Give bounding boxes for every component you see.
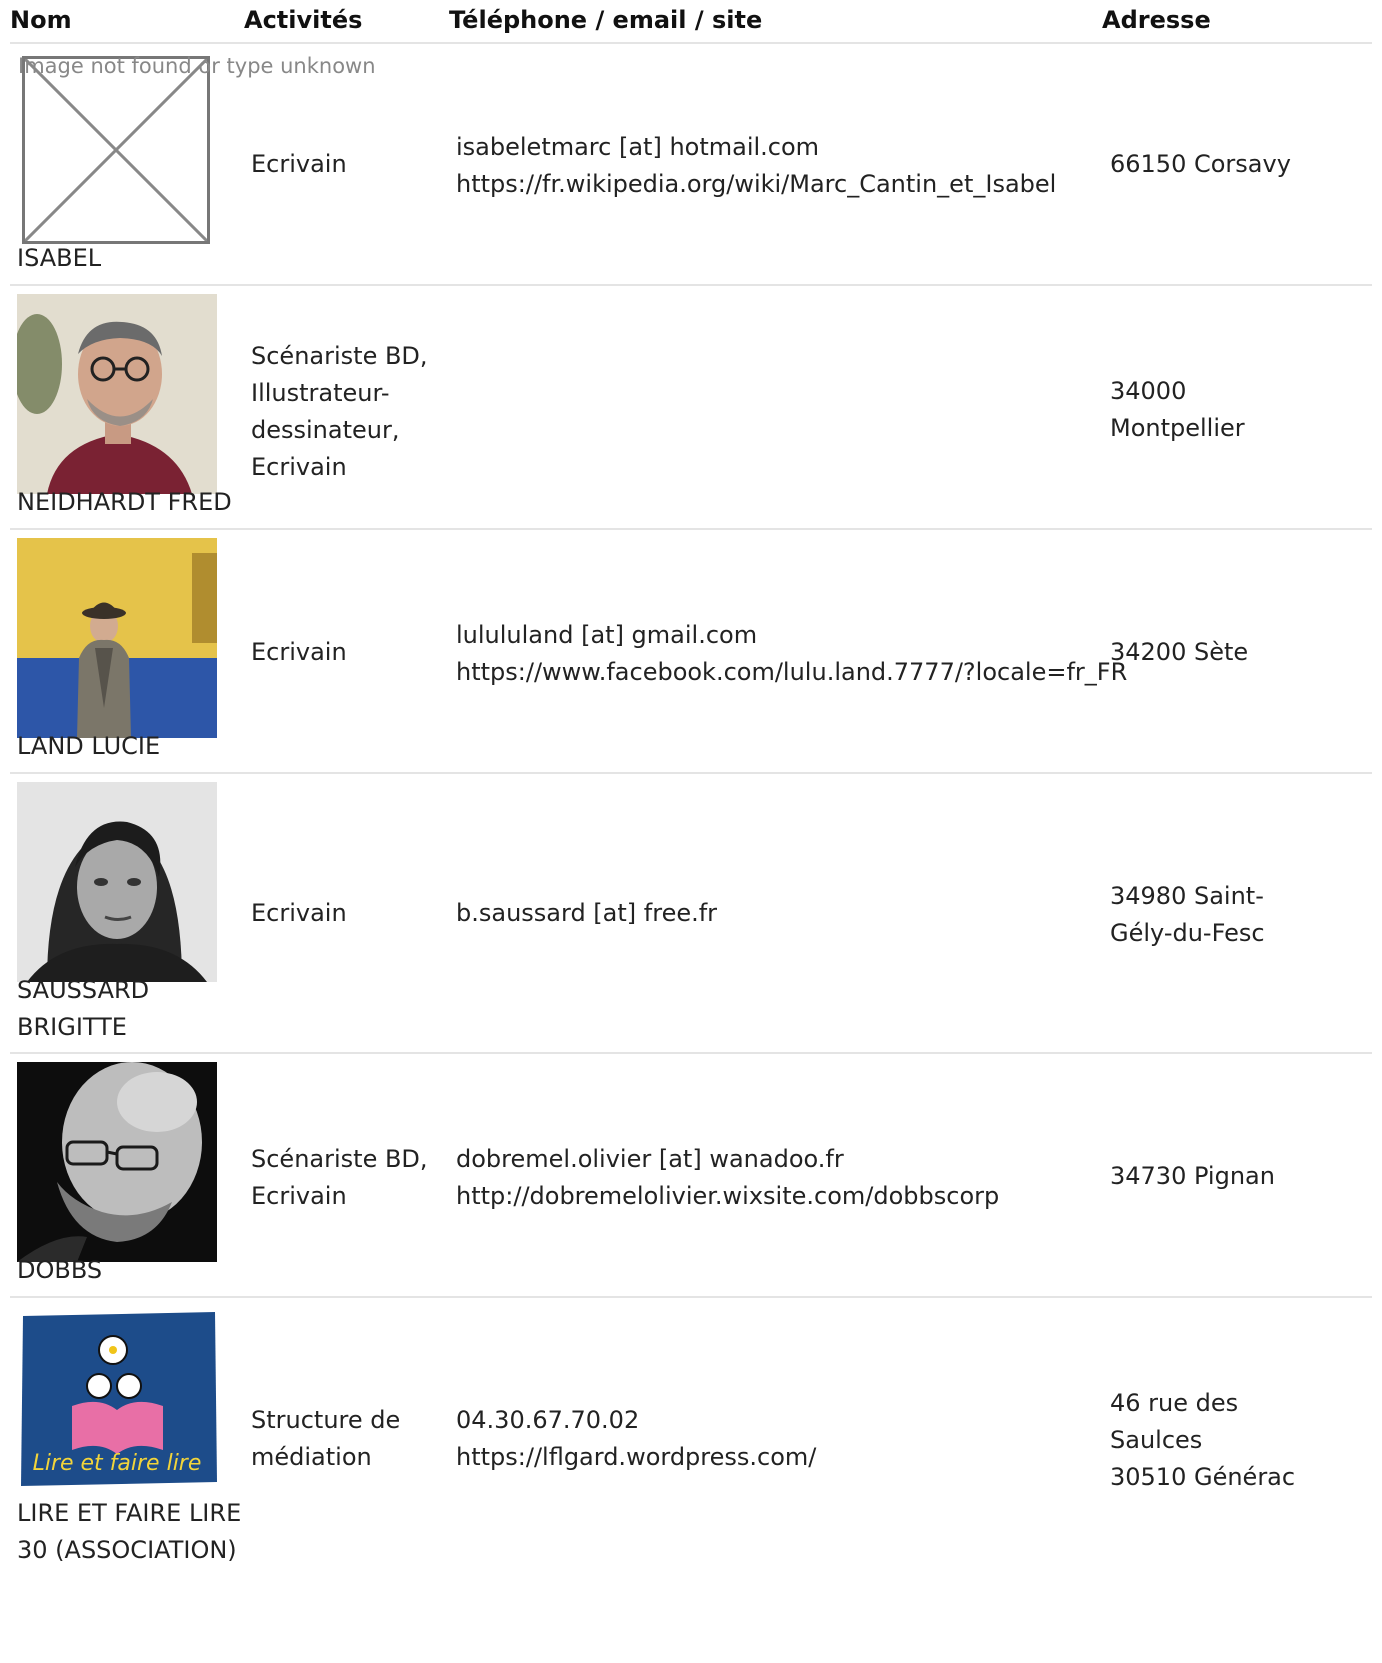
contact-cell[interactable]: isabeletmarc [at] hotmail.com https://fr… [456, 129, 1056, 203]
person-name[interactable]: DOBBS [17, 1252, 102, 1289]
column-header-adresse: Adresse [1102, 6, 1211, 34]
address-cell: 34000 Montpellier [1110, 377, 1245, 442]
contact-cell[interactable]: lulululand [at] gmail.com https://www.fa… [456, 617, 1127, 691]
website-link[interactable]: https://www.facebook.com/lulu.land.7777/… [456, 654, 1127, 691]
activity-cell: Ecrivain [251, 638, 347, 666]
portrait-photo [17, 782, 217, 982]
activity-cell: Scénariste BD, Illustrateur- dessinateur… [251, 342, 428, 481]
portrait-photo [17, 538, 217, 738]
column-header-contact: Téléphone / email / site [449, 6, 763, 34]
email-link[interactable]: dobremel.olivier [at] wanadoo.fr [456, 1141, 999, 1178]
table-row: NEIDHARDT FRED Scénariste BD, Illustrate… [10, 286, 1372, 530]
broken-image-icon [22, 56, 210, 244]
address-cell: 34200 Sète [1110, 638, 1249, 666]
activity-cell: Ecrivain [251, 150, 347, 178]
table-row: Lire et faire lire LIRE ET FAIRE LIRE 30… [10, 1298, 1372, 1663]
person-name[interactable]: NEIDHARDT FRED [17, 484, 232, 521]
broken-image-text: Image not found or type unknown [18, 54, 376, 78]
address-cell: 66150 Corsavy [1110, 150, 1291, 178]
address-cell: 46 rue des Saulces 30510 Générac [1110, 1389, 1296, 1491]
logo-text: Lire et faire lire [33, 1451, 202, 1476]
table-row: Image not found or type unknown ISABEL E… [10, 44, 1372, 286]
email-link[interactable]: lulululand [at] gmail.com [456, 617, 1127, 654]
activity-cell: Structure de médiation [251, 1406, 401, 1471]
person-name[interactable]: SAUSSARD BRIGITTE [17, 972, 149, 1046]
organization-name[interactable]: LIRE ET FAIRE LIRE 30 (ASSOCIATION) [17, 1495, 241, 1569]
table-row: SAUSSARD BRIGITTE Ecrivain b.saussard [a… [10, 774, 1372, 1054]
table-header: Nom Activités Téléphone / email / site A… [10, 0, 1372, 44]
website-link[interactable]: http://dobremelolivier.wixsite.com/dobbs… [456, 1178, 999, 1215]
person-name[interactable]: ISABEL [17, 240, 101, 277]
activity-cell: Scénariste BD, Ecrivain [251, 1145, 428, 1210]
table-row: LAND LUCIE Ecrivain lulululand [at] gmai… [10, 530, 1372, 774]
email-link[interactable]: isabeletmarc [at] hotmail.com [456, 129, 1056, 166]
portrait-photo [17, 294, 217, 494]
person-name[interactable]: LAND LUCIE [17, 728, 160, 765]
address-cell: 34730 Pignan [1110, 1162, 1275, 1190]
portrait-photo [17, 1062, 217, 1262]
contact-cell[interactable]: dobremel.olivier [at] wanadoo.fr http://… [456, 1141, 999, 1215]
website-link[interactable]: https://lflgard.wordpress.com/ [456, 1439, 816, 1476]
address-cell: 34980 Saint- Gély-du-Fesc [1110, 882, 1265, 947]
phone-number[interactable]: 04.30.67.70.02 [456, 1402, 816, 1439]
email-link[interactable]: b.saussard [at] free.fr [456, 895, 717, 932]
activity-cell: Ecrivain [251, 899, 347, 927]
contact-cell[interactable]: b.saussard [at] free.fr [456, 895, 717, 932]
website-link[interactable]: https://fr.wikipedia.org/wiki/Marc_Canti… [456, 166, 1056, 203]
column-header-activites: Activités [244, 6, 363, 34]
contact-cell[interactable]: 04.30.67.70.02 https://lflgard.wordpress… [456, 1402, 816, 1476]
table-row: DOBBS Scénariste BD, Ecrivain dobremel.o… [10, 1054, 1372, 1298]
organization-logo: Lire et faire lire [17, 1310, 221, 1490]
column-header-nom: Nom [10, 6, 72, 34]
